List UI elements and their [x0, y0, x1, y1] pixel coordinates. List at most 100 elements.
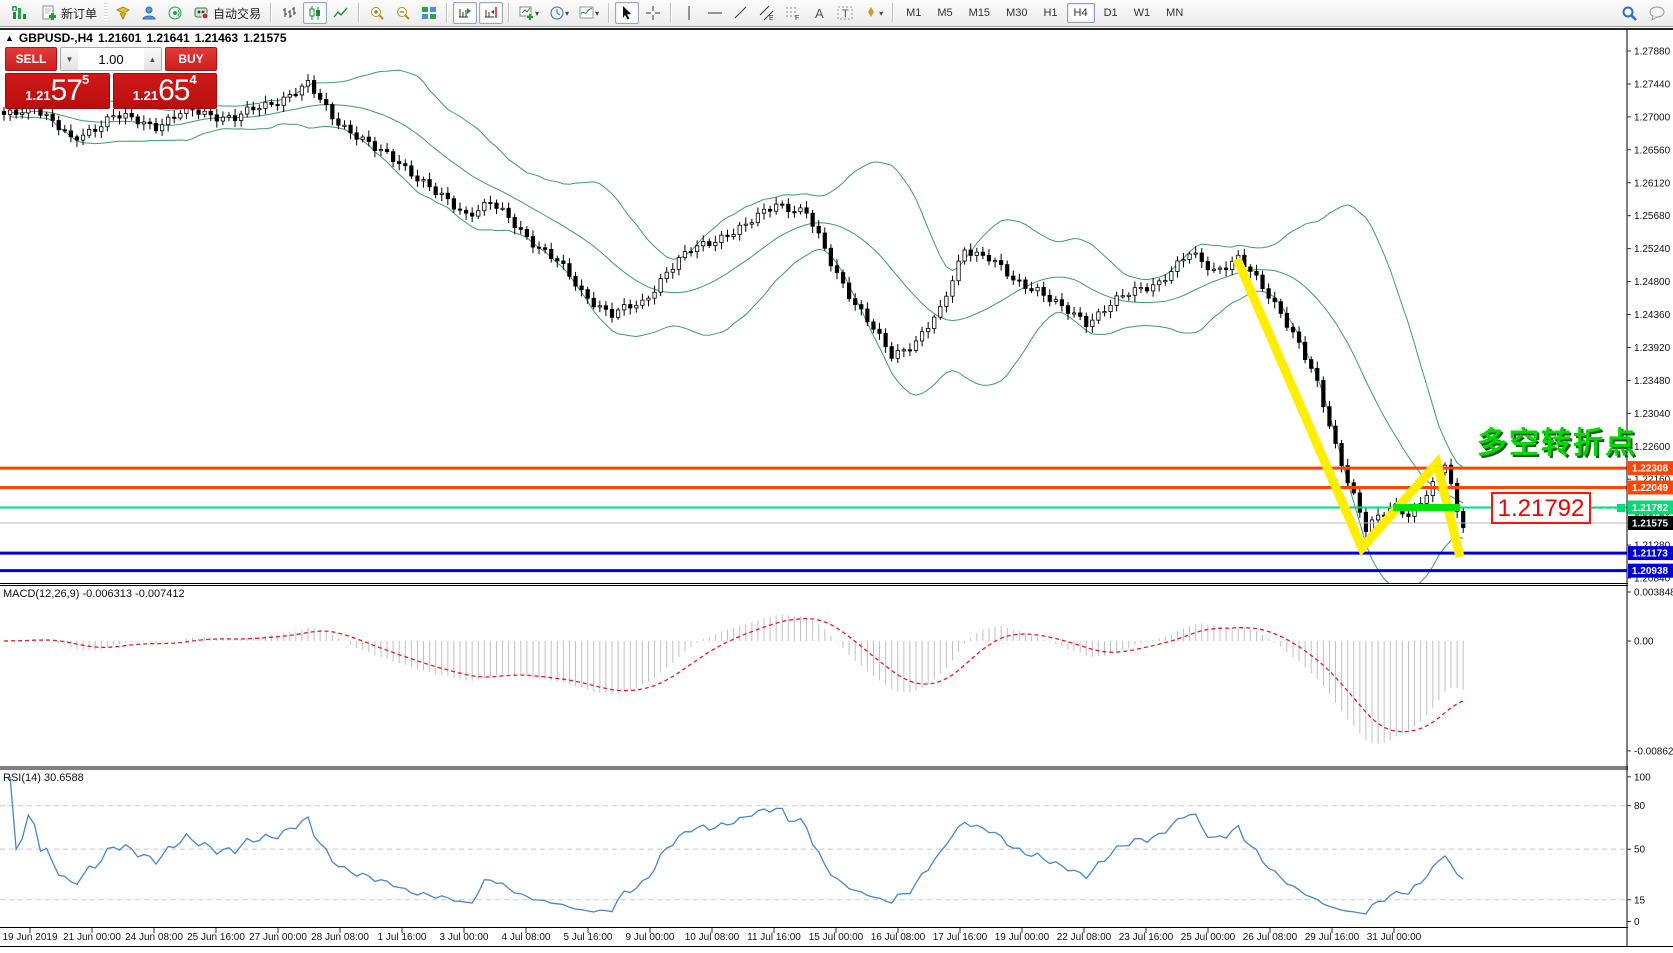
green-highlight-segment[interactable] — [1393, 504, 1460, 511]
candle-body — [203, 111, 206, 114]
candle-body — [641, 300, 644, 305]
toolbar-separator — [508, 3, 510, 23]
bar-chart-button[interactable] — [277, 2, 301, 24]
turning-point-annotation[interactable]: 多空转折点 — [1477, 427, 1637, 460]
price-tick-label: 1.26120 — [1634, 178, 1671, 189]
candle-body — [890, 347, 893, 359]
chart-menu-arrow[interactable]: ▲ — [5, 33, 14, 43]
sell-button[interactable]: SELL — [5, 47, 57, 71]
zoom-in-button[interactable] — [365, 2, 389, 24]
time-tick-label: 26 Jul 08:00 — [1243, 932, 1298, 943]
tf-button-W1[interactable]: W1 — [1127, 3, 1158, 23]
candle-body — [1188, 254, 1191, 260]
price-tick-label: 1.23920 — [1634, 343, 1671, 354]
chart-canvas[interactable]: 1.278801.274401.270001.265601.261201.256… — [0, 0, 1673, 953]
tf-button-MN[interactable]: MN — [1159, 3, 1190, 23]
tf-button-D1[interactable]: D1 — [1097, 3, 1125, 23]
rsi-tick-label: 80 — [1634, 801, 1646, 812]
autotrading-icon — [193, 5, 209, 21]
time-tick-label: 28 Jun 08:00 — [311, 932, 369, 943]
new-order-button[interactable]: 新订单 — [37, 2, 101, 24]
time-tick-label: 19 Jul 00:00 — [995, 932, 1050, 943]
line-chart-button[interactable] — [329, 2, 353, 24]
vertical-line-button[interactable] — [677, 2, 701, 24]
candle-body — [1151, 285, 1154, 291]
tf-button-M30[interactable]: M30 — [999, 3, 1034, 23]
candle-body — [568, 264, 571, 277]
buy-price-tile[interactable]: 1.21654 — [113, 73, 218, 109]
candle-body — [1212, 269, 1215, 270]
text-label-button[interactable]: T — [833, 2, 857, 24]
candle-body — [1054, 300, 1057, 302]
candle-body — [81, 135, 84, 140]
tf-button-M15[interactable]: M15 — [962, 3, 997, 23]
candle-body — [939, 306, 942, 317]
autotrading-button[interactable]: 自动交易 — [189, 2, 265, 24]
buy-price-sup: 4 — [189, 65, 196, 95]
pane-separator-handle[interactable] — [0, 764, 1673, 773]
candlestick-button[interactable] — [303, 2, 327, 24]
volume-decrease-button[interactable]: ▼ — [61, 48, 78, 70]
candle-body — [422, 180, 425, 181]
candle-body — [671, 269, 674, 272]
candle-body — [270, 102, 273, 104]
svg-text:T: T — [842, 8, 849, 20]
candle-body — [720, 235, 723, 242]
new-chart-dropdown[interactable]: ▾ — [515, 2, 543, 24]
horizontal-line-button[interactable] — [703, 2, 727, 24]
candle-body — [543, 248, 546, 250]
candle-body — [112, 116, 115, 117]
chat-button[interactable] — [1644, 2, 1670, 24]
candle-body — [14, 110, 17, 115]
volume-increase-button[interactable]: ▲ — [144, 48, 161, 70]
candle-body — [106, 117, 109, 127]
quote-low: 1.21463 — [195, 31, 238, 45]
pane-separator-handle[interactable] — [0, 581, 1673, 590]
candle-body — [458, 209, 461, 210]
candle-body — [963, 250, 966, 261]
chart-shift-button[interactable] — [479, 2, 503, 24]
candle-body — [854, 299, 857, 305]
candle-body — [1218, 268, 1221, 269]
arrows-dropdown[interactable]: ▾ — [859, 2, 887, 24]
tf-button-H4[interactable]: H4 — [1067, 3, 1095, 23]
candle-body — [94, 129, 97, 131]
candle-body — [239, 114, 242, 120]
chart-quote-line: ▲ GBPUSD-,H4 1.21601 1.21641 1.21463 1.2… — [5, 31, 287, 45]
fibonacci-button[interactable]: F — [781, 2, 805, 24]
candle-body — [580, 286, 583, 290]
trendline-button[interactable] — [729, 2, 753, 24]
chart-autoscroll-button[interactable] — [453, 2, 477, 24]
candle-body — [1164, 281, 1167, 282]
cursor-button[interactable] — [615, 2, 639, 24]
search-button[interactable] — [1617, 2, 1642, 24]
indicators-dropdown[interactable]: ▾ — [575, 2, 603, 24]
tf-button-M5[interactable]: M5 — [930, 3, 959, 23]
periods-dropdown[interactable]: ▾ — [545, 2, 573, 24]
crosshair-button[interactable] — [641, 2, 665, 24]
tf-button-M1[interactable]: M1 — [899, 3, 928, 23]
signals-button[interactable] — [163, 2, 187, 24]
candle-body — [933, 317, 936, 328]
candle-body — [768, 209, 771, 211]
tf-button-H1[interactable]: H1 — [1036, 3, 1064, 23]
sell-price-tile[interactable]: 1.21575 — [5, 73, 110, 109]
candle-body — [1127, 295, 1130, 296]
tile-windows-button[interactable] — [417, 2, 441, 24]
text-button[interactable]: A — [807, 2, 831, 24]
price-tick-label: 1.23480 — [1634, 376, 1671, 387]
candle-body — [981, 252, 984, 255]
equidistant-channel-button[interactable]: E — [755, 2, 779, 24]
fibonacci-icon: F — [785, 5, 801, 21]
candle-body — [57, 121, 60, 130]
metaeditor-button[interactable] — [111, 2, 135, 24]
zoom-out-icon — [395, 5, 411, 21]
zoom-out-button[interactable] — [391, 2, 415, 24]
candle-body — [1255, 271, 1258, 275]
candle-body — [1133, 288, 1136, 296]
candle-body — [975, 252, 978, 255]
candle-body — [8, 110, 11, 114]
candle-body — [258, 108, 261, 109]
community-button[interactable] — [137, 2, 161, 24]
price-tick-label: 1.27000 — [1634, 112, 1671, 123]
